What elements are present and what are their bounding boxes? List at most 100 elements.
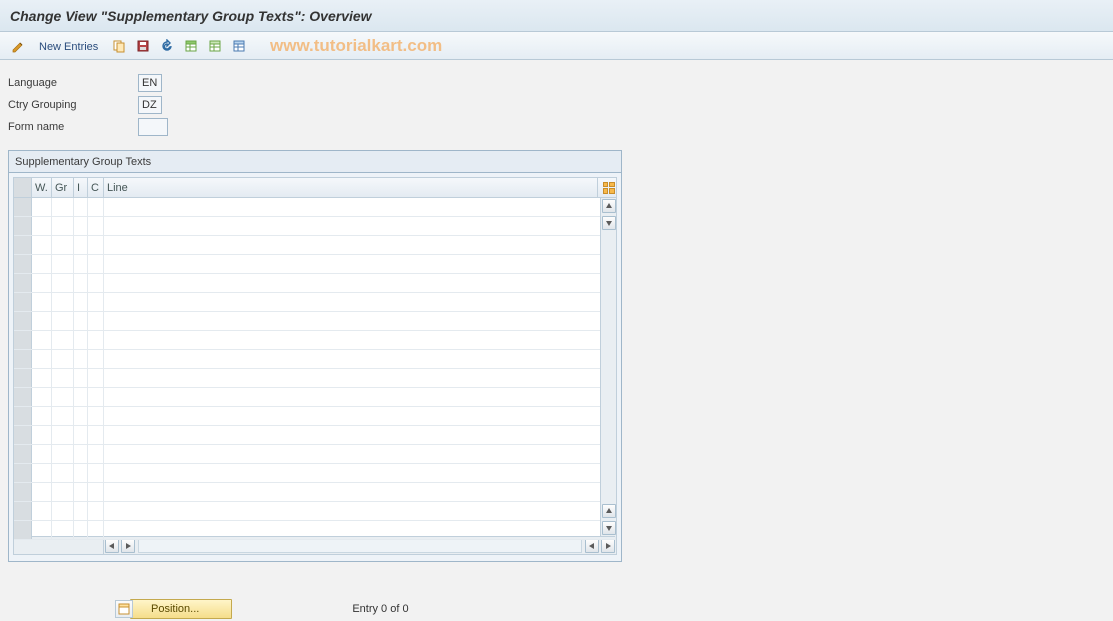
cell-gr[interactable] [52,464,74,482]
tool-undo-button[interactable] [157,36,177,56]
cell-c[interactable] [88,445,104,463]
cell-line[interactable] [104,445,616,463]
cell-line[interactable] [104,217,616,235]
row-selector[interactable] [14,312,32,330]
scroll-down-near-top-button[interactable] [602,216,616,230]
cell-c[interactable] [88,369,104,387]
cell-gr[interactable] [52,217,74,235]
cell-c[interactable] [88,331,104,349]
scroll-right-button[interactable] [601,539,615,553]
cell-c[interactable] [88,502,104,520]
row-selector[interactable] [14,217,32,235]
cell-line[interactable] [104,407,616,425]
cell-gr[interactable] [52,274,74,292]
cell-line[interactable] [104,331,616,349]
tool-edit-button[interactable] [8,36,28,56]
row-selector[interactable] [14,388,32,406]
cell-i[interactable] [74,312,88,330]
cell-line[interactable] [104,426,616,444]
cell-line[interactable] [104,388,616,406]
hscroll-track[interactable] [138,539,582,553]
cell-w[interactable] [32,312,52,330]
row-selector[interactable] [14,274,32,292]
cell-w[interactable] [32,255,52,273]
cell-c[interactable] [88,293,104,311]
table-configure-button[interactable] [598,178,616,197]
cell-i[interactable] [74,217,88,235]
row-selector[interactable] [14,293,32,311]
new-entries-button[interactable]: New Entries [32,36,105,56]
row-selector[interactable] [14,464,32,482]
row-selector[interactable] [14,483,32,501]
cell-gr[interactable] [52,236,74,254]
col-i[interactable]: I [74,178,88,197]
cell-w[interactable] [32,407,52,425]
cell-line[interactable] [104,255,616,273]
cell-w[interactable] [32,274,52,292]
cell-w[interactable] [32,521,52,539]
cell-gr[interactable] [52,407,74,425]
cell-gr[interactable] [52,369,74,387]
cell-i[interactable] [74,236,88,254]
cell-line[interactable] [104,350,616,368]
cell-c[interactable] [88,312,104,330]
tool-save-button[interactable] [133,36,153,56]
cell-c[interactable] [88,483,104,501]
cell-gr[interactable] [52,350,74,368]
cell-w[interactable] [32,293,52,311]
cell-i[interactable] [74,426,88,444]
cell-gr[interactable] [52,198,74,216]
cell-w[interactable] [32,331,52,349]
cell-line[interactable] [104,274,616,292]
cell-w[interactable] [32,369,52,387]
cell-i[interactable] [74,464,88,482]
vertical-scrollbar[interactable] [600,198,616,536]
cell-gr[interactable] [52,521,74,539]
cell-w[interactable] [32,388,52,406]
tool-copy-button[interactable] [109,36,129,56]
language-field[interactable] [138,74,162,92]
cell-line[interactable] [104,464,616,482]
cell-gr[interactable] [52,445,74,463]
row-selector[interactable] [14,407,32,425]
cell-c[interactable] [88,236,104,254]
col-w[interactable]: W. [32,178,52,197]
row-selector[interactable] [14,255,32,273]
position-button[interactable]: Position... [130,599,232,619]
cell-gr[interactable] [52,426,74,444]
cell-gr[interactable] [52,293,74,311]
cell-c[interactable] [88,464,104,482]
cell-line[interactable] [104,483,616,501]
cell-i[interactable] [74,407,88,425]
scroll-down-button[interactable] [602,521,616,535]
row-selector[interactable] [14,331,32,349]
cell-i[interactable] [74,388,88,406]
cell-c[interactable] [88,274,104,292]
scroll-left-button[interactable] [105,539,119,553]
cell-i[interactable] [74,369,88,387]
cell-i[interactable] [74,293,88,311]
scroll-right-near-left-button[interactable] [121,539,135,553]
cell-c[interactable] [88,426,104,444]
cell-c[interactable] [88,217,104,235]
cell-w[interactable] [32,502,52,520]
cell-w[interactable] [32,236,52,254]
cell-w[interactable] [32,426,52,444]
cell-c[interactable] [88,198,104,216]
cell-gr[interactable] [52,255,74,273]
cell-line[interactable] [104,198,616,216]
tool-select-all-button[interactable] [181,36,201,56]
cell-i[interactable] [74,502,88,520]
cell-c[interactable] [88,350,104,368]
cell-gr[interactable] [52,331,74,349]
cell-w[interactable] [32,464,52,482]
tool-deselect-button[interactable] [229,36,249,56]
cell-i[interactable] [74,445,88,463]
tool-select-block-button[interactable] [205,36,225,56]
cell-gr[interactable] [52,312,74,330]
cell-w[interactable] [32,483,52,501]
cell-c[interactable] [88,255,104,273]
cell-i[interactable] [74,274,88,292]
cell-w[interactable] [32,350,52,368]
form-name-field[interactable] [138,118,168,136]
